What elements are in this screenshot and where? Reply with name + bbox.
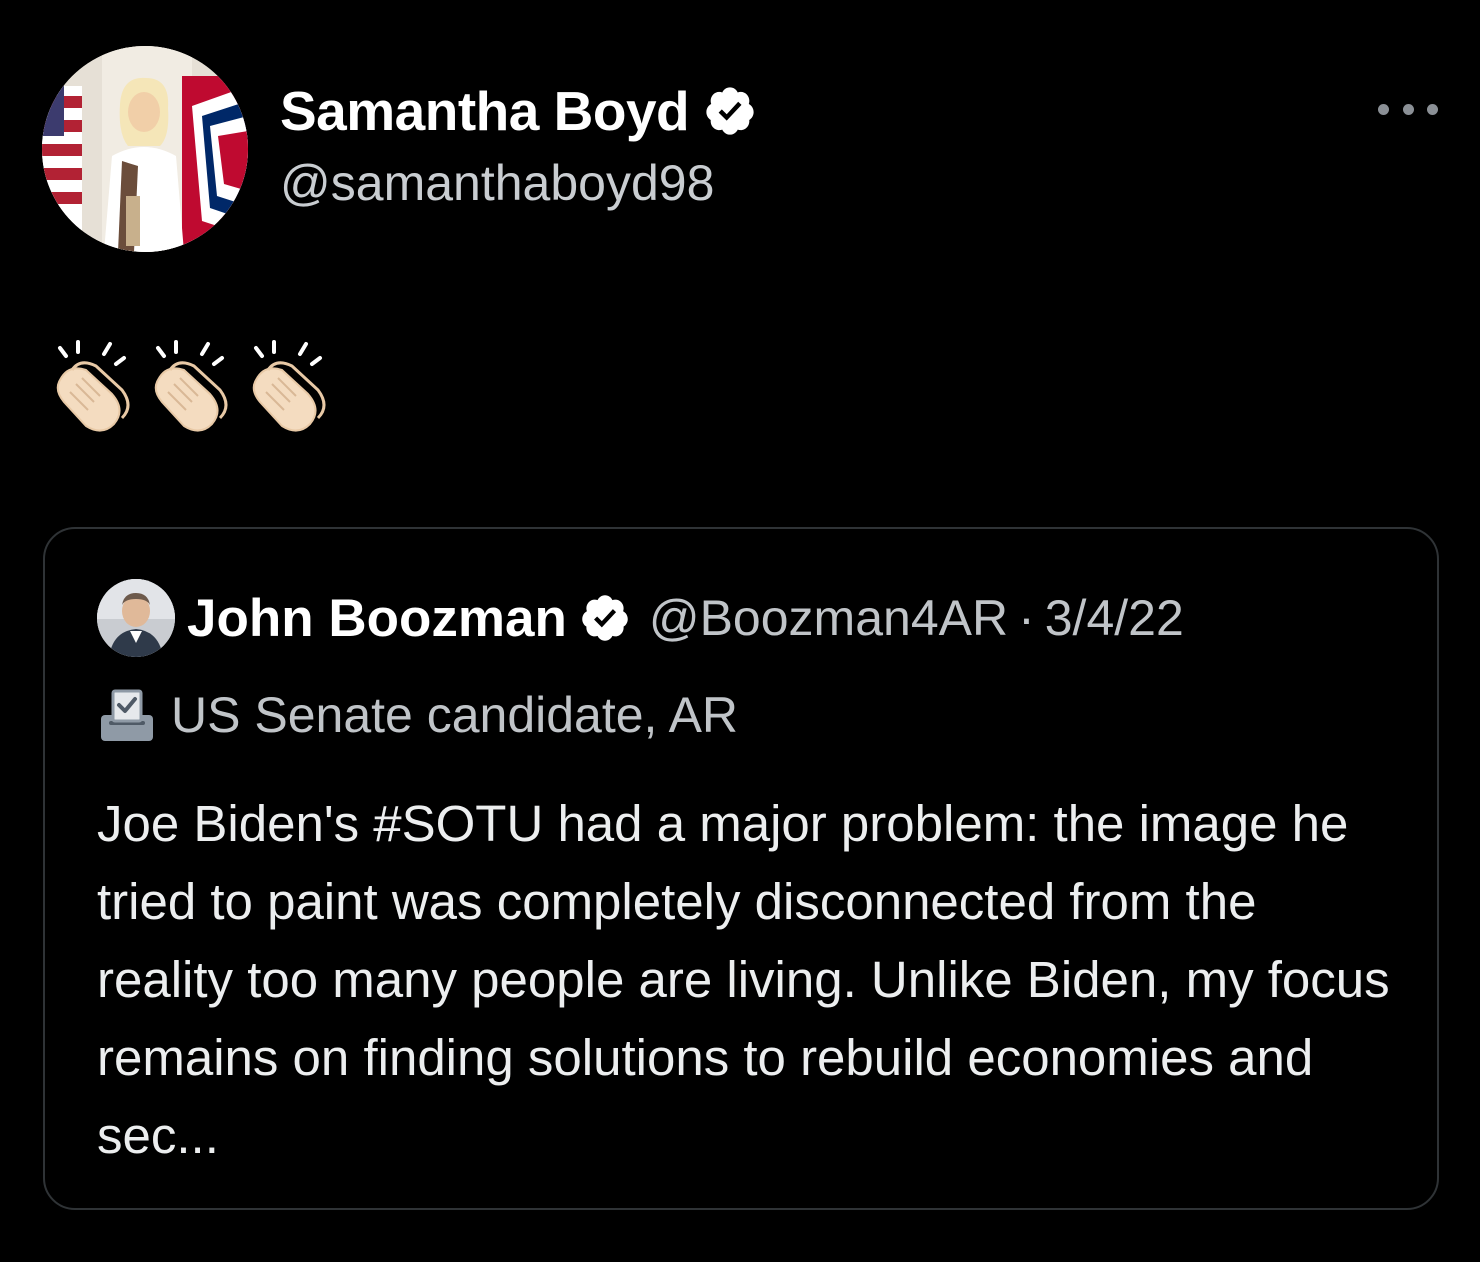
clapping-hands-icon bbox=[56, 340, 130, 432]
more-horizontal-icon bbox=[1402, 103, 1414, 115]
verified-badge-icon bbox=[582, 595, 628, 641]
tweet: Samantha Boyd @samanthaboyd98 John Boozm… bbox=[0, 0, 1480, 1262]
author-display-name[interactable]: Samantha Boyd bbox=[280, 79, 690, 143]
quoted-tweet-card[interactable]: John Boozman @Boozman4AR · 3/4/22 US Sen… bbox=[43, 527, 1439, 1210]
clapping-hands-icon bbox=[252, 340, 326, 432]
verified-badge-icon bbox=[706, 87, 754, 135]
account-label-text: US Senate candidate, AR bbox=[171, 687, 739, 743]
more-horizontal-icon bbox=[1378, 103, 1389, 115]
author-info: Samantha Boyd @samanthaboyd98 bbox=[280, 78, 757, 212]
arkansas-flag bbox=[182, 76, 248, 246]
author-name-row: Samantha Boyd bbox=[280, 78, 757, 144]
more-options-button[interactable] bbox=[1378, 94, 1438, 124]
account-label: US Senate candidate, AR bbox=[97, 685, 738, 745]
author-avatar[interactable] bbox=[42, 46, 248, 252]
clapping-hands-icon bbox=[154, 340, 228, 432]
quoted-tweet-text: Joe Biden's #SOTU had a major problem: t… bbox=[97, 795, 1390, 1164]
quoted-avatar-photo bbox=[97, 579, 175, 657]
more-horizontal-icon bbox=[1427, 103, 1438, 115]
quoted-author-handle[interactable]: @Boozman4AR bbox=[649, 589, 1008, 647]
avatar-photo bbox=[42, 46, 248, 252]
us-flag bbox=[42, 86, 82, 236]
quoted-tweet-date[interactable]: 3/4/22 bbox=[1045, 589, 1184, 647]
author-handle[interactable]: @samanthaboyd98 bbox=[280, 154, 757, 212]
tweet-text bbox=[50, 340, 330, 434]
quoted-author-avatar[interactable] bbox=[97, 579, 175, 657]
quoted-author-display-name[interactable]: John Boozman bbox=[187, 588, 567, 649]
quoted-tweet-header: John Boozman @Boozman4AR · 3/4/22 bbox=[97, 579, 1184, 657]
separator-dot: · bbox=[1018, 590, 1035, 646]
ballot-box-icon bbox=[101, 689, 153, 741]
